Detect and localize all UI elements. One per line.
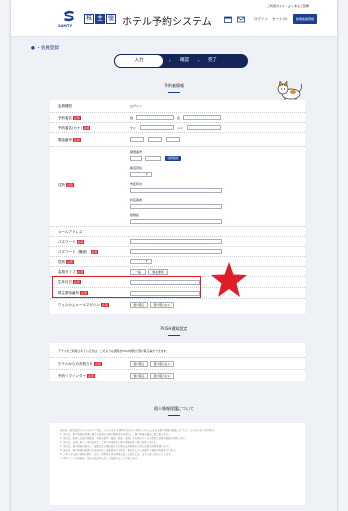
step-indicator: 入力 › 確認 › 完了 [114, 54, 248, 68]
form-row: 予約者名 必須 姓 名 [50, 112, 305, 122]
address-label: 住所 必須 [58, 183, 74, 187]
password-input[interactable] [130, 239, 222, 244]
step-confirm: 確認 [180, 58, 189, 63]
samty-logo-icon[interactable] [62, 9, 76, 23]
phone-input-3[interactable] [166, 137, 180, 142]
privacy-text[interactable]: 当社は、株式会社サムティ(以下「当社」といいます)の提供するホテル予約システムに… [60, 429, 300, 461]
section-underline [168, 92, 180, 93]
zip-input-1[interactable] [130, 156, 142, 161]
password-confirm-input[interactable] [130, 249, 222, 254]
form-row: 予約リマインダー 必須 受け取る 受け取らない [50, 369, 305, 381]
building-label: 建物名 [130, 213, 140, 217]
logo-text: SAMTY [58, 24, 73, 28]
name-kana-label: 予約者名(カナ) 必須 [58, 126, 91, 130]
street-label: 町名番地 [130, 198, 143, 202]
step-arrow-icon: › [198, 58, 200, 63]
name-label: 予約者名 必須 [58, 116, 81, 120]
push-hotel-label: ホテルからのお知らせ 必須 [58, 362, 102, 366]
prefecture-select[interactable] [130, 172, 152, 177]
magazine-no-button[interactable]: 受け取らない [150, 302, 174, 308]
step-input: 入力 [114, 54, 164, 68]
city-label: 市区町村 [130, 182, 143, 186]
kanji-box-3: 優 [106, 14, 116, 24]
form-row: ホテルからのお知らせ 必須 受け取る 受け取らない [50, 357, 305, 369]
form-row: パスワード（確認） 必須 [50, 246, 305, 256]
form-row: 予約者名(カナ) 必須 セイ メイ [50, 122, 305, 132]
push-card: アプリをご利用されている方は、このような通知をPUSH通知で受け取る事ができます… [50, 343, 305, 381]
mail-icon[interactable] [237, 16, 245, 23]
push-hotel-yes[interactable]: 受け取る [130, 361, 148, 367]
section-title-privacy: 個人情報保護について [154, 406, 194, 411]
magazine-label: ウェルカムメールマガジン 必須 [58, 303, 109, 307]
first-name-input[interactable] [183, 115, 221, 120]
section-title-push: PUSH通知設定 [160, 326, 188, 331]
member-type-value: ログイン [130, 104, 143, 108]
first-kana-input[interactable] [187, 125, 221, 130]
form-row: 会員タイプ 必須 一般 株主優待 [50, 266, 305, 276]
privacy-card: 当社は、株式会社サムティ(以下「当社」といいます)の提供するホテル予約システムに… [50, 423, 305, 505]
street-input[interactable] [130, 204, 222, 209]
first-kana-label: メイ [177, 126, 184, 130]
chevron-down-icon: ▾ [146, 172, 148, 176]
gender-label: 性別 必須 [58, 260, 74, 264]
form-row: パスワード 必須 [50, 236, 305, 246]
phone-input-1[interactable] [130, 137, 144, 142]
member-type-select-label: 会員タイプ 必須 [58, 270, 85, 274]
star-icon [211, 262, 247, 297]
zip-input-2[interactable] [145, 156, 161, 161]
section-underline [168, 415, 180, 416]
form-row: メールアドレス [50, 226, 305, 236]
push-reminder-yes[interactable]: 受け取る [130, 373, 148, 379]
system-title: ホテル予約システム [122, 17, 212, 28]
cart-link[interactable]: カート(0) [272, 17, 287, 22]
zip-label: 郵便番号 [130, 150, 143, 154]
form-row: 住所 必須 郵便番号 住所検索 都道府県 ▾ 市区町村 町名番地 建物名 [50, 146, 305, 226]
register-button[interactable]: 新規会員登録 [293, 14, 317, 24]
city-input[interactable] [130, 188, 222, 193]
zip-search-button[interactable]: 住所検索 [165, 156, 181, 161]
last-name-label: 姓 [130, 116, 134, 120]
section-underline [168, 335, 180, 336]
push-reminder-no[interactable]: 受け取らない [150, 373, 174, 379]
step-arrow-icon: › [169, 58, 171, 63]
password-confirm-label: パスワード（確認） 必須 [58, 250, 99, 254]
push-reminder-label: 予約リマインダー 必須 [58, 374, 95, 378]
magazine-yes-button[interactable]: 受け取る [130, 302, 148, 308]
password-label: パスワード 必須 [58, 240, 85, 244]
step-complete: 完了 [208, 58, 217, 63]
kanji-box-1: 株 [84, 14, 94, 24]
privacy-line: 7. 本ポリシーの内容は、法令の改正等に応じて変更することがあります。 [60, 457, 140, 460]
last-name-input[interactable] [136, 115, 174, 120]
cat-mascot-icon [277, 80, 303, 101]
mail-label: メールアドレス [58, 230, 83, 234]
calendar-icon[interactable] [224, 16, 232, 23]
last-kana-label: セイ [130, 126, 137, 130]
first-name-label: 名 [177, 116, 181, 120]
form-row: 性別 必須 ▾ [50, 256, 305, 266]
push-hotel-no[interactable]: 受け取らない [150, 361, 174, 367]
member-type-label: 会員種別 [58, 104, 72, 108]
page-title: ● ・会員登録 [31, 46, 59, 51]
type-option-general[interactable]: 一般 [130, 269, 146, 275]
type-option-shareholder[interactable]: 株主優待 [148, 269, 168, 275]
kanji-box-2: 主 [95, 14, 105, 24]
chevron-down-icon: ▾ [146, 259, 148, 263]
prefecture-label: 都道府県 [130, 166, 143, 170]
building-input[interactable] [130, 219, 222, 224]
guide-link[interactable]: ご利用ガイド・よくあるご質問 [267, 4, 309, 8]
gender-select[interactable] [130, 259, 152, 264]
form-row: ウェルカムメールマガジン 必須 受け取る 受け取らない [50, 298, 305, 310]
last-kana-input[interactable] [140, 125, 174, 130]
form-row: 会員種別 ログイン [50, 100, 305, 112]
push-intro: アプリをご利用されている方は、このような通知をPUSH通知で受け取る事ができます… [58, 349, 169, 353]
phone-label: 電話番号 必須 [58, 138, 81, 142]
phone-input-2[interactable] [148, 137, 162, 142]
form-row: 電話番号 必須 [50, 132, 305, 146]
highlight-box [52, 276, 201, 298]
site-header: SAMTY 株 主 優 待 ホテル予約システム ご利用ガイド・よくあるご質問 ロ… [11, 0, 337, 37]
login-link[interactable]: ログイン [254, 17, 268, 22]
